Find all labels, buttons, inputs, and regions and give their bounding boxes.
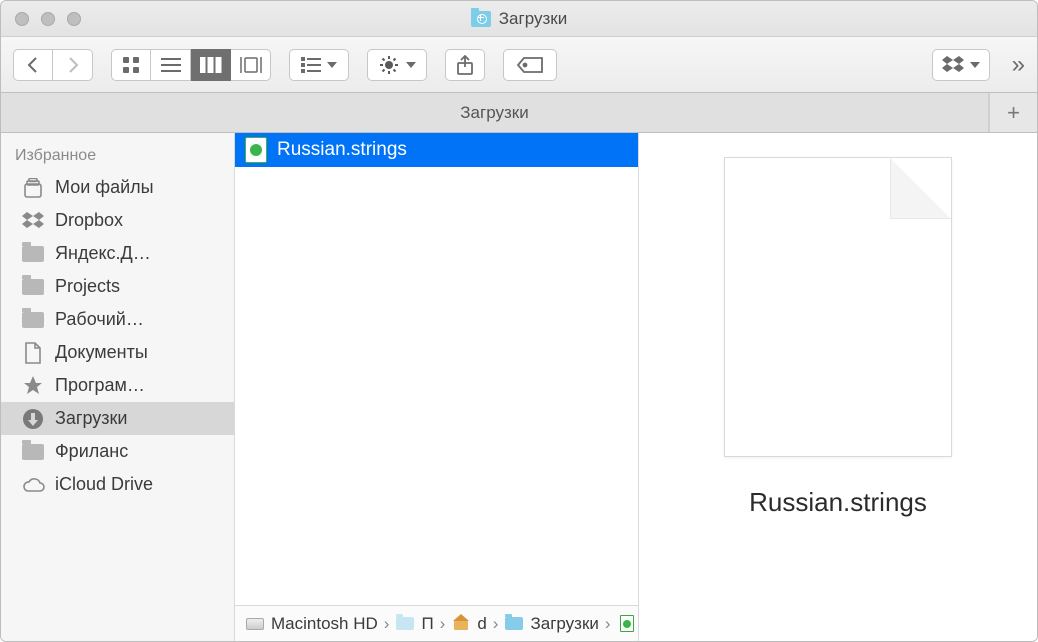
document-preview-icon — [724, 157, 952, 457]
sidebar-item-dropbox[interactable]: Dropbox — [1, 204, 234, 237]
toolbar: » — [1, 37, 1037, 93]
folder-icon — [21, 442, 45, 462]
icloud-icon — [21, 475, 45, 495]
chevron-right-icon: › — [605, 614, 611, 634]
zoom-window-button[interactable] — [67, 12, 81, 26]
strings-file-icon — [245, 137, 267, 163]
action-menu-button[interactable] — [367, 49, 427, 81]
new-tab-button[interactable]: + — [989, 93, 1037, 132]
gallery-view-button[interactable] — [231, 49, 271, 81]
nav-buttons — [13, 49, 93, 81]
sidebar: Избранное Мои файлы Dropbox Яндекс.Д… P — [1, 133, 235, 641]
sidebar-item-desktop[interactable]: Рабочий… — [1, 303, 234, 336]
sidebar-item-applications[interactable]: Програм… — [1, 369, 234, 402]
downloads-folder-icon — [504, 616, 524, 632]
dropbox-group — [932, 49, 990, 81]
forward-button[interactable] — [53, 49, 93, 81]
sidebar-item-label: Загрузки — [55, 408, 127, 429]
downloads-icon — [21, 409, 45, 429]
path-segment-users[interactable]: П — [395, 614, 433, 634]
path-label: d — [477, 614, 486, 634]
sidebar-item-label: Projects — [55, 276, 120, 297]
folder-icon — [21, 244, 45, 264]
file-name: Russian.strings — [277, 139, 407, 161]
list-view-button[interactable] — [151, 49, 191, 81]
share-button[interactable] — [445, 49, 485, 81]
path-segment-disk[interactable]: Macintosh HD — [245, 614, 378, 634]
path-segment-downloads[interactable]: Загрузки — [504, 614, 598, 634]
dropbox-toolbar-button[interactable] — [932, 49, 990, 81]
tags-button[interactable] — [503, 49, 557, 81]
harddrive-icon — [245, 616, 265, 632]
folder-icon — [21, 310, 45, 330]
sidebar-item-label: Документы — [55, 342, 148, 363]
chevron-right-icon: › — [493, 614, 499, 634]
view-mode-buttons — [111, 49, 271, 81]
sidebar-item-yandex-disk[interactable]: Яндекс.Д… — [1, 237, 234, 270]
toolbar-overflow-button[interactable]: » — [1012, 51, 1025, 79]
tags-group — [503, 49, 557, 81]
sidebar-section-favorites: Избранное — [1, 141, 234, 171]
sidebar-item-label: iCloud Drive — [55, 474, 153, 495]
path-segment-home[interactable]: d — [451, 614, 486, 634]
window-controls — [15, 12, 81, 26]
chevron-right-icon: › — [384, 614, 390, 634]
sidebar-item-label: Фриланс — [55, 441, 128, 462]
window-title-text: Загрузки — [499, 9, 567, 29]
arrange-button[interactable] — [289, 49, 349, 81]
preview-filename: Russian.strings — [749, 487, 927, 518]
sidebar-item-documents[interactable]: Документы — [1, 336, 234, 369]
sidebar-item-label: Dropbox — [55, 210, 123, 231]
home-icon — [451, 616, 471, 632]
back-button[interactable] — [13, 49, 53, 81]
sidebar-item-label: Програм… — [55, 375, 145, 396]
column-view-button[interactable] — [191, 49, 231, 81]
applications-icon — [21, 376, 45, 396]
strings-file-icon — [617, 616, 637, 632]
action-group — [367, 49, 427, 81]
sidebar-item-icloud-drive[interactable]: iCloud Drive — [1, 468, 234, 501]
documents-icon — [21, 343, 45, 363]
tab-downloads[interactable]: Загрузки — [1, 93, 989, 132]
finder-window: Загрузки — [0, 0, 1038, 642]
preview-pane: Russian.strings — [639, 133, 1037, 641]
downloads-folder-icon — [471, 11, 491, 27]
minimize-window-button[interactable] — [41, 12, 55, 26]
file-column: Russian.strings Macintosh HD › П › d — [235, 133, 639, 641]
sidebar-item-label: Яндекс.Д… — [55, 243, 151, 264]
path-label: П — [421, 614, 433, 634]
sidebar-item-label: Мои файлы — [55, 177, 154, 198]
tab-bar: Загрузки + — [1, 93, 1037, 133]
close-window-button[interactable] — [15, 12, 29, 26]
icon-view-button[interactable] — [111, 49, 151, 81]
all-files-icon — [21, 178, 45, 198]
file-row[interactable]: Russian.strings — [235, 133, 638, 167]
titlebar: Загрузки — [1, 1, 1037, 37]
sidebar-item-my-files[interactable]: Мои файлы — [1, 171, 234, 204]
sidebar-item-projects[interactable]: Projects — [1, 270, 234, 303]
sidebar-item-freelance[interactable]: Фриланс — [1, 435, 234, 468]
window-title: Загрузки — [1, 9, 1037, 29]
path-label: Macintosh HD — [271, 614, 378, 634]
dropbox-icon — [21, 211, 45, 231]
arrange-group — [289, 49, 349, 81]
sidebar-item-label: Рабочий… — [55, 309, 144, 330]
content-area: Избранное Мои файлы Dropbox Яндекс.Д… P — [1, 133, 1037, 641]
path-bar: Macintosh HD › П › d › Загрузки › — [235, 605, 638, 641]
sidebar-item-downloads[interactable]: Загрузки — [1, 402, 234, 435]
tab-label: Загрузки — [460, 103, 528, 123]
path-label: Загрузки — [530, 614, 598, 634]
chevron-right-icon: › — [440, 614, 446, 634]
path-segment-file[interactable]: Russian.strings — [617, 614, 638, 634]
share-group — [445, 49, 485, 81]
folder-icon — [21, 277, 45, 297]
users-folder-icon — [395, 616, 415, 632]
